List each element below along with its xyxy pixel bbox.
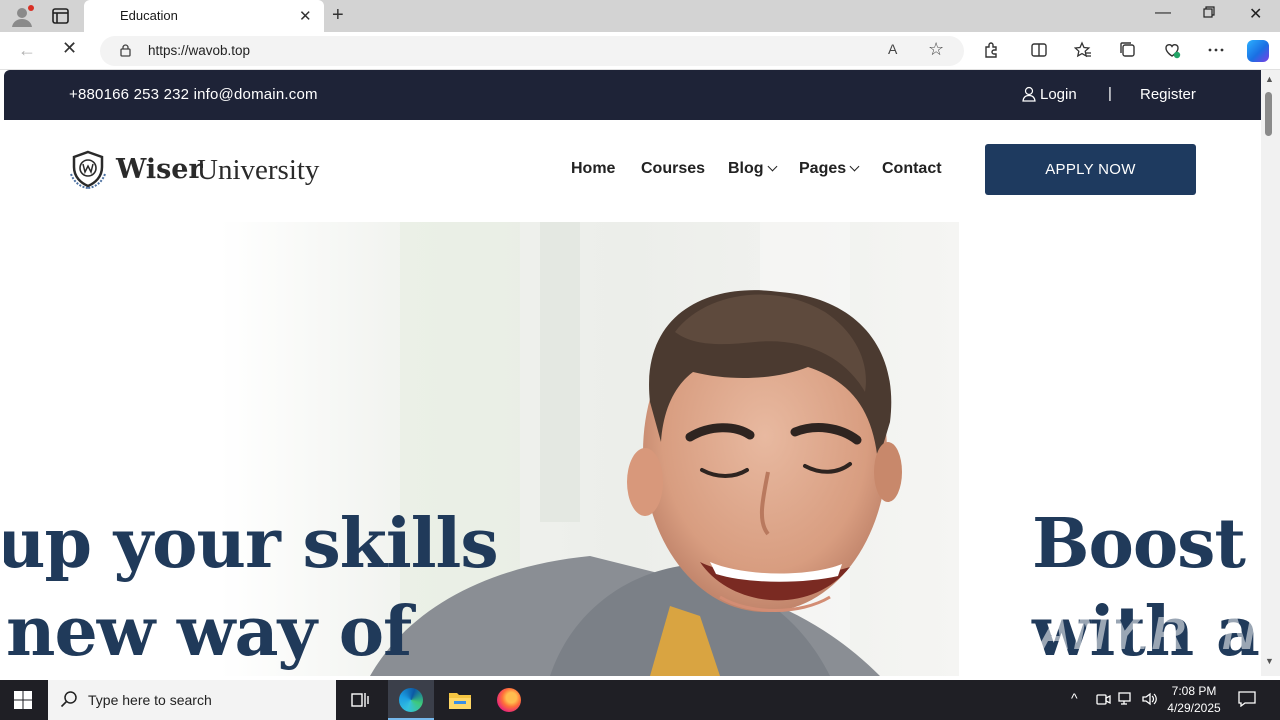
register-link[interactable]: Register: [1140, 86, 1196, 103]
windows-start-icon[interactable]: [14, 691, 32, 709]
split-screen-icon[interactable]: [1030, 41, 1048, 59]
hero-heading-left-line2: new way of: [6, 592, 412, 672]
tab-title: Education: [120, 8, 178, 23]
scroll-down-icon[interactable]: ▼: [1265, 656, 1274, 666]
minimize-icon[interactable]: —: [1155, 4, 1171, 22]
contact-info[interactable]: +880166 253 232 info@domain.com: [69, 86, 318, 103]
url-text[interactable]: https://wavob.top: [148, 43, 250, 58]
nav-blog-label: Blog: [728, 160, 764, 177]
nav-contact[interactable]: Contact: [882, 160, 942, 178]
firefox-icon[interactable]: [497, 688, 521, 712]
profile-notification-dot: [28, 5, 34, 11]
lock-icon[interactable]: [120, 44, 131, 57]
task-view-icon[interactable]: [350, 690, 370, 710]
volume-icon[interactable]: [1141, 691, 1157, 707]
add-favorite-icon[interactable]: ☆: [928, 39, 944, 60]
site-topbar: +880166 253 232 info@domain.com Login | …: [4, 70, 1261, 120]
browser-essentials-icon[interactable]: [1163, 41, 1181, 59]
clock-date[interactable]: 4/29/2025: [1162, 701, 1226, 715]
topbar-separator: |: [1108, 85, 1112, 102]
notification-center-icon[interactable]: [1238, 691, 1256, 707]
file-explorer-icon[interactable]: [448, 690, 472, 710]
chevron-down-icon: [767, 161, 777, 172]
site-navbar: Wiser University Home Courses Blog Pages…: [4, 120, 1261, 222]
edge-icon: [399, 688, 423, 712]
browser-toolbar: ← ✕ https://wavob.top A ☆: [0, 32, 1280, 70]
active-tab[interactable]: Education ✕: [84, 0, 324, 32]
browser-tab-bar: Education ✕ + — ✕: [0, 0, 1280, 32]
user-icon[interactable]: [1022, 86, 1036, 102]
apply-now-button[interactable]: APPLY NOW: [985, 144, 1196, 195]
nav-courses[interactable]: Courses: [641, 160, 705, 178]
favorites-icon[interactable]: [1074, 41, 1092, 59]
nav-home[interactable]: Home: [571, 160, 615, 178]
stop-loading-icon[interactable]: ✕: [62, 38, 77, 59]
collections-icon[interactable]: [1119, 41, 1137, 59]
nav-blog[interactable]: Blog: [728, 160, 777, 178]
page-scrollbar[interactable]: ▲ ▼: [1261, 70, 1280, 676]
logo-shield-icon[interactable]: [68, 150, 108, 190]
anyrun-watermark: ANY.RUN: [1038, 607, 1258, 659]
taskbar-search-box[interactable]: Type here to search: [48, 680, 336, 720]
logo-text-light[interactable]: University: [197, 154, 319, 187]
back-icon[interactable]: ←: [18, 40, 36, 61]
restore-icon[interactable]: [1203, 6, 1215, 18]
hero-slider: up your skills new way of Boost u with a…: [4, 222, 1261, 676]
nav-pages-label: Pages: [799, 160, 847, 177]
chevron-down-icon: [849, 161, 860, 172]
clock-time[interactable]: 7:08 PM: [1168, 684, 1220, 698]
new-tab-icon[interactable]: +: [332, 4, 344, 27]
search-icon: [60, 691, 77, 708]
logo-text-bold[interactable]: Wiser: [116, 154, 203, 185]
more-icon[interactable]: [1207, 41, 1225, 59]
nav-pages[interactable]: Pages: [799, 160, 860, 178]
tab-actions-icon[interactable]: [50, 6, 72, 26]
search-placeholder: Type here to search: [88, 692, 212, 708]
windows-taskbar: Type here to search ^ 7:08 PM 4/29/2025: [0, 680, 1280, 720]
tray-overflow-icon[interactable]: ^: [1071, 690, 1078, 706]
read-aloud-icon[interactable]: A: [888, 41, 897, 57]
copilot-icon[interactable]: [1247, 40, 1269, 62]
login-link[interactable]: Login: [1040, 86, 1077, 103]
page-viewport: +880166 253 232 info@domain.com Login | …: [4, 70, 1261, 676]
tab-close-icon[interactable]: ✕: [299, 7, 312, 25]
address-bar[interactable]: https://wavob.top A ☆: [100, 36, 964, 66]
hero-heading-right-line1: Boost u: [1032, 504, 1261, 584]
extensions-icon[interactable]: [982, 41, 1000, 59]
network-icon[interactable]: [1118, 691, 1134, 707]
meet-now-icon[interactable]: [1095, 691, 1111, 707]
hero-heading-left-line1: up your skills: [4, 504, 499, 584]
taskbar-edge-button[interactable]: [388, 680, 434, 720]
scroll-thumb[interactable]: [1265, 92, 1272, 136]
window-close-icon[interactable]: ✕: [1249, 4, 1262, 24]
scroll-up-icon[interactable]: ▲: [1265, 74, 1274, 84]
